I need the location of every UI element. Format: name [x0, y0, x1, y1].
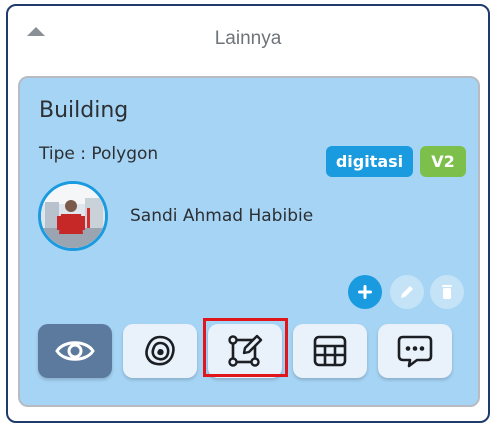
panel-title: Lainnya: [214, 28, 282, 49]
pencil-icon: [401, 286, 413, 298]
eye-icon: [55, 341, 95, 361]
feature-card: Building Tipe : Polygon digitasi V2 Sand…: [18, 76, 480, 407]
delete-button: [430, 275, 464, 309]
lainnya-panel: Lainnya Building Tipe : Polygon digitasi…: [6, 4, 490, 423]
digitasi-badge: digitasi: [326, 146, 413, 177]
trash-icon: [442, 285, 452, 299]
version-badge: V2: [420, 146, 466, 177]
user-name: Sandi Ahmad Habibie: [130, 206, 314, 226]
digitize-tool[interactable]: [208, 324, 282, 378]
edit-polygon-icon: [228, 334, 263, 367]
edit-button: [390, 275, 424, 309]
add-button[interactable]: [348, 275, 382, 309]
view-tool[interactable]: [38, 324, 112, 378]
feature-title: Building: [39, 98, 129, 123]
table-icon: [313, 335, 347, 367]
table-tool[interactable]: [293, 324, 367, 378]
layer-tool[interactable]: [123, 324, 197, 378]
avatar: [38, 181, 108, 251]
layers-icon: [145, 335, 175, 366]
chat-bubble-icon: [397, 335, 433, 368]
plus-icon: [358, 285, 372, 299]
feature-type: Tipe : Polygon: [39, 144, 159, 164]
user-avatar-image: [41, 184, 105, 248]
comment-tool[interactable]: [378, 324, 452, 378]
